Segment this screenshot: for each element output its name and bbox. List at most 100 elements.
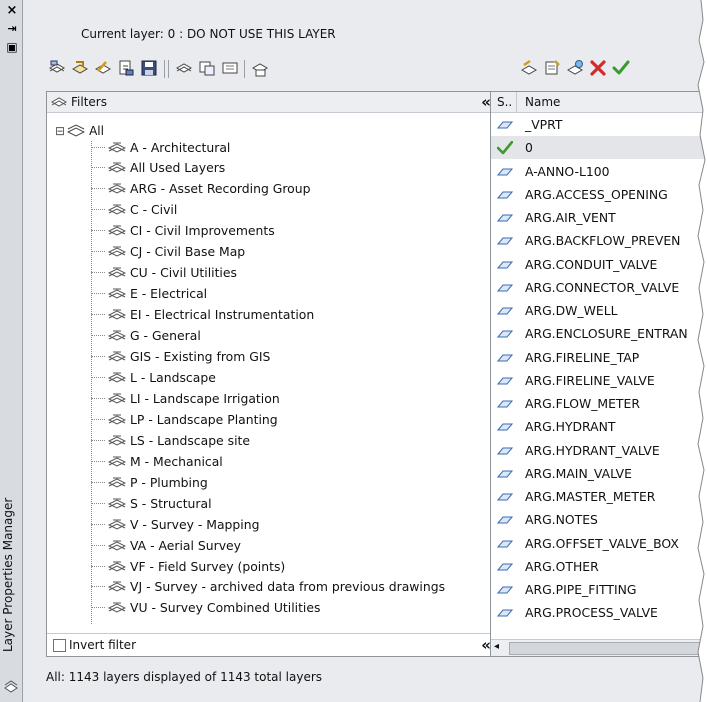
layer-filter-properties-icon[interactable] [250,58,270,78]
layer-row[interactable]: ARG.PROCESS_VALVE [491,601,707,624]
filter-tree-item[interactable]: C - Civil [91,200,177,220]
layer-filter-icon [108,391,126,406]
filter-tree-item[interactable]: VF - Field Survey (points) [91,556,285,576]
invert-filter-checkbox[interactable] [53,639,66,652]
filter-tree-item[interactable]: P - Plumbing [91,472,208,492]
filter-tree-item[interactable]: LP - Landscape Planting [91,409,278,429]
layer-status-icon [496,327,514,341]
layer-row[interactable]: _VPRT [491,113,707,136]
filter-tree-item[interactable]: GIS - Existing from GIS [91,347,270,367]
filter-tree-item[interactable]: G - General [91,326,201,346]
layer-list-header: S.. Name [491,92,707,113]
layer-row[interactable]: ARG.ENCLOSURE_ENTRAN [491,322,707,345]
new-property-filter-icon[interactable] [47,58,67,78]
filter-tree-item[interactable]: EI - Electrical Instrumentation [91,305,314,325]
layer-states-manager-icon[interactable] [93,58,113,78]
layer-filter-icon [108,454,126,469]
scroll-thumb[interactable] [509,642,701,655]
save-icon[interactable] [139,58,159,78]
layer-row[interactable]: ARG.HYDRANT [491,415,707,438]
delete-layer-icon[interactable] [588,58,608,78]
layer-row[interactable]: ARG.AIR_VENT [491,206,707,229]
layer-row[interactable]: ARG.FIRELINE_TAP [491,346,707,369]
layer-row[interactable]: ARG.MAIN_VALVE [491,462,707,485]
layer-row[interactable]: ARG.MASTER_METER [491,485,707,508]
filter-icon [50,94,68,113]
filter-tree-item[interactable]: CJ - Civil Base Map [91,242,245,262]
layer-filter-merge-icon[interactable] [220,58,240,78]
set-current-icon[interactable] [611,58,631,78]
torn-edge [697,0,707,702]
collapse-tree-icon[interactable]: ⊟ [55,124,65,138]
new-group-filter-icon[interactable] [70,58,90,78]
filter-tree-item[interactable]: VA - Aerial Survey [91,535,241,555]
new-layer-vp-frozen-icon[interactable] [542,58,562,78]
filter-tree-item[interactable]: ARG - Asset Recording Group [91,179,310,199]
layer-row[interactable]: ARG.CONDUIT_VALVE [491,253,707,276]
layer-status-icon [496,258,514,272]
layer-row[interactable]: ARG.CONNECTOR_VALVE [491,276,707,299]
layer-name: A-ANNO-L100 [525,163,610,179]
layer-row[interactable]: A-ANNO-L100 [491,160,707,183]
layer-status-icon [496,560,514,574]
layer-name: ARG.CONNECTOR_VALVE [525,279,680,295]
invert-filter-label: Invert filter [69,638,136,652]
layer-row[interactable]: ARG.FLOW_METER [491,392,707,415]
filter-tree-item[interactable]: VU - Survey Combined Utilities [91,598,320,618]
autohide-icon[interactable]: ⇥ [5,22,19,36]
layer-filter-icon [108,517,126,532]
new-layer-icon[interactable] [519,58,539,78]
layer-row[interactable]: ARG.BACKFLOW_PREVEN [491,229,707,252]
layer-manager-icon [4,679,18,696]
layer-freeze-vp-icon[interactable] [565,58,585,78]
current-layer-check-icon [496,140,514,155]
filter-tree-item-label: A - Architectural [130,139,231,155]
layer-row[interactable]: ARG.HYDRANT_VALVE [491,439,707,462]
layer-filter-icon[interactable] [174,58,194,78]
layer-filter-copy-icon[interactable] [197,58,217,78]
layer-status-icon [496,420,514,434]
layer-row[interactable]: ARG.ACCESS_OPENING [491,183,707,206]
layer-row[interactable]: ARG.NOTES [491,508,707,531]
layer-row[interactable]: 0 [491,136,707,160]
filter-tree-item[interactable]: CU - Civil Utilities [91,263,237,283]
filter-tree-item-label: CU - Civil Utilities [130,265,237,281]
properties-menu-icon[interactable]: ▣ [5,40,19,54]
horizontal-scrollbar[interactable]: ◂ [491,639,707,656]
layer-row[interactable]: ARG.DW_WELL [491,299,707,322]
filter-tree-item-label: CJ - Civil Base Map [130,244,246,260]
filter-tree-item[interactable]: LI - Landscape Irrigation [91,388,280,408]
close-icon[interactable]: × [5,4,19,18]
layer-name: ARG.ACCESS_OPENING [525,186,668,202]
layer-filter-icon [108,349,126,364]
column-name[interactable]: Name [525,95,560,109]
filter-tree-item[interactable]: LS - Landscape site [91,430,250,450]
scroll-left-icon[interactable]: ◂ [494,641,499,652]
filter-tree-item[interactable]: M - Mechanical [91,451,223,471]
filter-tree-item[interactable]: All Used Layers [91,158,225,178]
layer-name: ARG.FIRELINE_VALVE [525,372,655,388]
layer-row[interactable]: ARG.PIPE_FITTING [491,578,707,601]
current-layer-label: Current layer: 0 : DO NOT USE THIS LAYER [81,27,336,41]
filter-tree-item[interactable]: E - Electrical [91,284,207,304]
invert-filter-row: Invert filter « [47,633,497,656]
layer-filter-icon [108,433,126,448]
layer-filter-icon [108,286,126,301]
filter-tree-item[interactable]: S - Structural [91,493,212,513]
layer-status-icon [496,304,514,318]
layer-state-export-icon[interactable] [116,58,136,78]
layer-filter-icon [108,223,126,238]
filters-panel: Filters « ⊟ All A - Architectural All Use… [46,91,498,657]
layer-row[interactable]: ARG.OTHER [491,555,707,578]
filter-tree-item-label: GIS - Existing from GIS [130,349,271,364]
layer-row[interactable]: ARG.OFFSET_VALVE_BOX [491,532,707,555]
filter-tree-item[interactable]: L - Landscape [91,367,216,387]
filter-tree-item[interactable]: A - Architectural [91,137,230,157]
layer-filter-icon [108,140,126,155]
layer-filter-icon [108,328,126,343]
column-status[interactable]: S.. [497,95,512,109]
filter-tree-item[interactable]: CI - Civil Improvements [91,221,275,241]
layer-row[interactable]: ARG.FIRELINE_VALVE [491,369,707,392]
filter-tree-item[interactable]: V - Survey - Mapping [91,514,259,534]
filter-tree-item[interactable]: VJ - Survey - archived data from previou… [91,577,445,597]
